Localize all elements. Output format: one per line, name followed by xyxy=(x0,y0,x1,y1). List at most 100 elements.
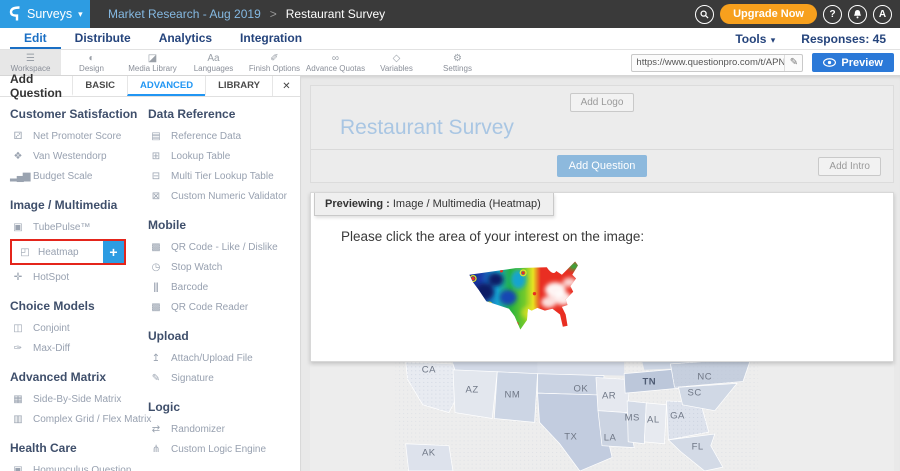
lookup-table-icon: ⊞ xyxy=(148,151,163,162)
question-type-stop-watch[interactable]: ◷Stop Watch xyxy=(148,257,300,277)
add-question-header: Add Question BASICADVANCEDLIBRARY ✕ xyxy=(0,76,300,97)
search-icon xyxy=(700,10,709,19)
notifications-button[interactable] xyxy=(848,5,867,24)
question-type-custom-logic-engine[interactable]: ⋔Custom Logic Engine xyxy=(148,439,300,459)
question-type-label: Heatmap xyxy=(38,247,79,258)
question-type-randomizer[interactable]: ⇄Randomizer xyxy=(148,419,300,439)
avatar[interactable]: A xyxy=(873,5,892,24)
question-type-label: Custom Numeric Validator xyxy=(171,191,287,202)
add-intro-button[interactable]: Add Intro xyxy=(818,157,881,176)
toolbar-tab-variables[interactable]: ◇Variables xyxy=(366,50,427,75)
question-type-complex-grid-flex-matrix[interactable]: ▥Complex Grid / Flex Matrix xyxy=(10,409,148,429)
question-type-qr-code-reader[interactable]: ▩QR Code Reader xyxy=(148,297,300,317)
toolbar-tab-label: Variables xyxy=(380,64,413,73)
question-type-heatmap[interactable]: ◰Heatmap+ xyxy=(10,239,126,265)
panel-tab-advanced[interactable]: ADVANCED xyxy=(127,76,205,96)
heatmap-us-image[interactable] xyxy=(461,254,608,339)
net-promoter-score-icon: ⚂ xyxy=(10,131,25,142)
question-type-max-diff[interactable]: ✑Max-Diff xyxy=(10,338,148,358)
question-column-2: Data Reference▤Reference Data⊞Lookup Tab… xyxy=(148,105,300,471)
languages-icon: Aa xyxy=(207,53,219,64)
question-type-conjoint[interactable]: ◫Conjoint xyxy=(10,318,148,338)
search-button[interactable] xyxy=(695,5,714,24)
question-type-label: Van Westendorp xyxy=(33,151,107,162)
variables-icon: ◇ xyxy=(393,53,401,64)
hotspot-icon: ✛ xyxy=(10,272,25,283)
main-row: Add Question BASICADVANCEDLIBRARY ✕ Cust… xyxy=(0,76,900,471)
question-type-net-promoter-score[interactable]: ⚂Net Promoter Score xyxy=(10,126,148,146)
question-type-label: Randomizer xyxy=(171,424,225,435)
section-title: Image / Multimedia xyxy=(10,196,148,214)
panel-tab-basic[interactable]: BASIC xyxy=(72,76,127,96)
question-type-attach-upload-file[interactable]: ↥ Attach/Upload File xyxy=(148,348,300,368)
section-data-reference: Data Reference▤Reference Data⊞Lookup Tab… xyxy=(148,105,300,206)
toolbar-right: https://www.questionpro.com/t/APNrFZ ✎ P… xyxy=(631,50,900,75)
breadcrumb-separator: > xyxy=(270,7,277,21)
section-logic: Logic⇄Randomizer⋔Custom Logic Engine xyxy=(148,398,300,459)
close-icon[interactable]: ✕ xyxy=(272,76,300,96)
survey-title[interactable]: Restaurant Survey xyxy=(311,112,893,149)
nav-tab-integration[interactable]: Integration xyxy=(226,28,316,49)
finish-options-icon: ✐ xyxy=(270,53,278,64)
tools-menu[interactable]: Tools ▾ xyxy=(735,32,775,46)
question-type-tubepulse[interactable]: ▣TubePulse™ xyxy=(10,217,148,237)
question-type-custom-numeric-validator[interactable]: ⊠Custom Numeric Validator xyxy=(148,186,300,206)
nav-tab-analytics[interactable]: Analytics xyxy=(145,28,226,49)
edit-toolbar: ☰Workspace◐Design◪Media LibraryAaLanguag… xyxy=(0,50,900,76)
edit-url-icon[interactable]: ✎ xyxy=(784,55,802,71)
question-type-side-by-side-matrix[interactable]: ▦Side-By-Side Matrix xyxy=(10,389,148,409)
question-type-label: Homunculus Question xyxy=(33,465,131,471)
question-type-budget-scale[interactable]: ▂▄▆Budget Scale xyxy=(10,166,148,186)
survey-canvas: Add Logo Restaurant Survey Add Question … xyxy=(301,76,900,471)
add-logo-button[interactable]: Add Logo xyxy=(570,93,635,112)
help-button[interactable]: ? xyxy=(823,5,842,24)
question-type-signature[interactable]: ✎Signature xyxy=(148,368,300,388)
heatmap-image-wrap[interactable] xyxy=(461,254,608,339)
upgrade-now-button[interactable]: Upgrade Now xyxy=(720,4,817,24)
question-type-qr-code-like-dislike[interactable]: ▩QR Code - Like / Dislike xyxy=(148,237,300,257)
survey-url[interactable]: https://www.questionpro.com/t/APNrFZ xyxy=(632,57,784,68)
qr-code-reader-icon: ▩ xyxy=(148,302,163,313)
survey-nav-items: EditDistributeAnalyticsIntegration xyxy=(0,28,316,49)
toolbar-tab-finish-options[interactable]: ✐Finish Options xyxy=(244,50,305,75)
multi-tier-lookup-icon: ⊟ xyxy=(148,171,163,182)
question-type-hotspot[interactable]: ✛HotSpot xyxy=(10,267,148,287)
attach-upload-icon: ↥ xyxy=(148,353,163,364)
add-heatmap-plus-button[interactable]: + xyxy=(103,241,124,263)
previewing-tab: Previewing : Image / Multimedia (Heatmap… xyxy=(314,193,554,216)
question-type-label: Complex Grid / Flex Matrix xyxy=(33,414,151,425)
heatmap-question-text: Please click the area of your interest o… xyxy=(341,229,893,244)
nav-tab-edit[interactable]: Edit xyxy=(10,28,61,49)
toolbar-tab-advance-quotas[interactable]: ∞Advance Quotas xyxy=(305,50,366,75)
responses-count[interactable]: Responses: 45 xyxy=(801,32,886,46)
add-question-button[interactable]: Add Question xyxy=(557,155,648,177)
section-image-multimedia: Image / Multimedia▣TubePulse™◰Heatmap+✛H… xyxy=(10,196,148,287)
media-library-icon: ◪ xyxy=(148,53,157,64)
product-switcher[interactable]: Surveys ▾ xyxy=(0,0,90,28)
breadcrumb-folder[interactable]: Market Research - Aug 2019 xyxy=(108,7,261,21)
question-type-lookup-table[interactable]: ⊞Lookup Table xyxy=(148,146,300,166)
question-type-van-westendorp[interactable]: ❖Van Westendorp xyxy=(10,146,148,166)
preview-button[interactable]: Preview xyxy=(812,53,894,72)
toolbar-tab-media-library[interactable]: ◪Media Library xyxy=(122,50,183,75)
nav-tab-distribute[interactable]: Distribute xyxy=(61,28,145,49)
section-advanced-matrix: Advanced Matrix▦Side-By-Side Matrix▥Comp… xyxy=(10,368,148,429)
question-type-label: Attach/Upload File xyxy=(171,353,253,364)
question-type-homunculus-question[interactable]: ▣ Homunculus Question xyxy=(10,460,148,471)
panel-tab-library[interactable]: LIBRARY xyxy=(205,76,272,96)
preview-label: Preview xyxy=(841,57,883,69)
signature-icon: ✎ xyxy=(148,373,163,384)
question-type-label: QR Code - Like / Dislike xyxy=(171,242,278,253)
question-type-label: Max-Diff xyxy=(33,343,70,354)
homunculus-icon: ▣ xyxy=(10,465,25,471)
toolbar-tab-languages[interactable]: AaLanguages xyxy=(183,50,244,75)
caret-down-icon: ▾ xyxy=(78,9,83,20)
question-column-1: Customer Satisfaction⚂Net Promoter Score… xyxy=(10,105,148,471)
question-type-barcode[interactable]: |||Barcode xyxy=(148,277,300,297)
question-type-multi-tier-lookup-table[interactable]: ⊟Multi Tier Lookup Table xyxy=(148,166,300,186)
toolbar-tab-settings[interactable]: ⚙Settings xyxy=(427,50,488,75)
question-type-reference-data[interactable]: ▤Reference Data xyxy=(148,126,300,146)
question-type-label: Custom Logic Engine xyxy=(171,444,266,455)
breadcrumb-survey-name: Restaurant Survey xyxy=(286,7,385,21)
question-preview-card: Previewing : Image / Multimedia (Heatmap… xyxy=(310,192,894,362)
